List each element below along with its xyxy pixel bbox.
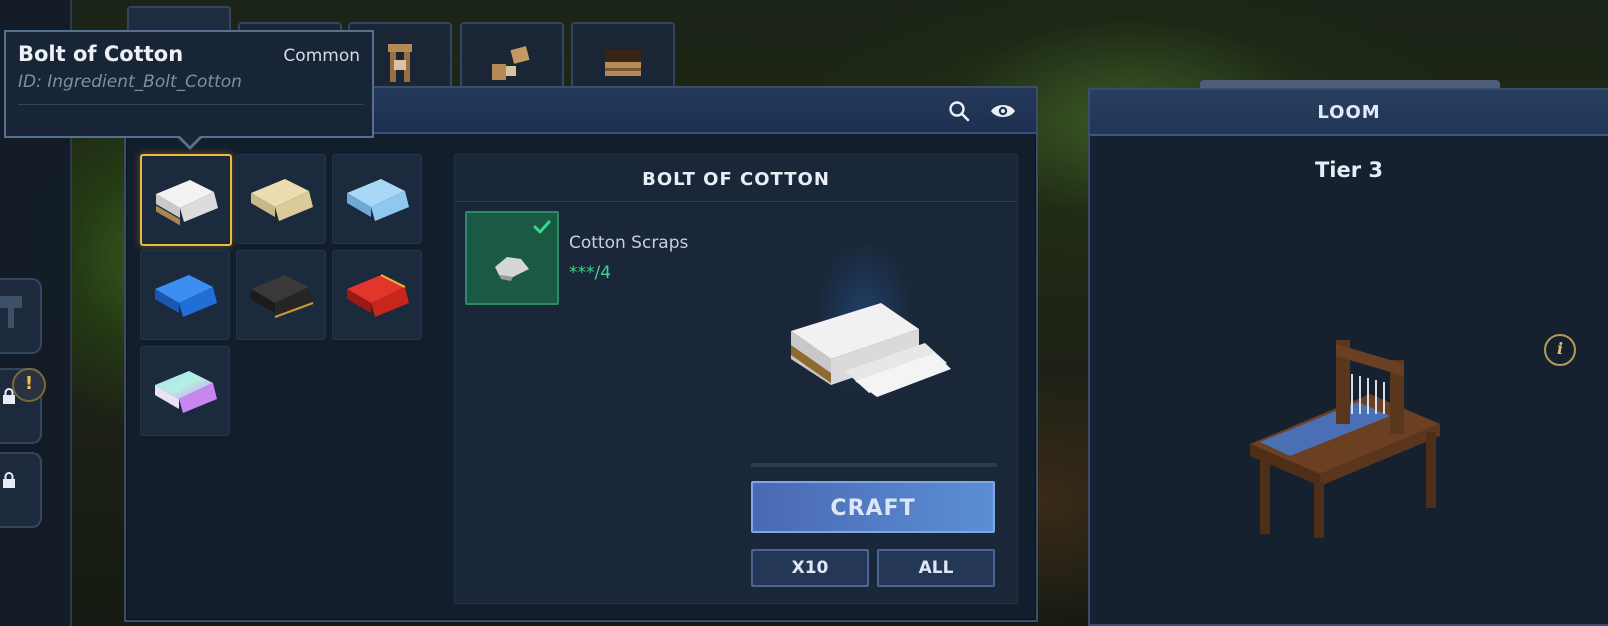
check-icon — [533, 220, 551, 234]
tab-category-5[interactable] — [571, 22, 675, 90]
crafting-panel: BOLT OF COTTON Cotton Scraps ***/4 CRAFT… — [124, 86, 1038, 622]
tooltip-item-name: Bolt of Cotton — [18, 42, 184, 66]
white-cloth-bolt-icon — [156, 180, 218, 226]
ingredient-slot[interactable] — [465, 211, 559, 305]
item-tooltip: Bolt of Cotton Common ID: Ingredient_Bol… — [4, 30, 374, 138]
recipe-title: BOLT OF COTTON — [642, 169, 830, 190]
divider — [455, 201, 1017, 202]
ingredient-count: ***/4 — [569, 263, 612, 283]
lock-icon — [3, 472, 15, 488]
loom-frame-icon — [388, 44, 412, 82]
tooltip-rarity: Common — [283, 46, 360, 66]
cream-cloth-bolt-icon — [251, 179, 313, 221]
side-category-locked-2[interactable] — [0, 452, 42, 528]
tooltip-divider — [18, 104, 364, 105]
iridescent-cloth-bolt-icon — [155, 371, 217, 413]
bolt-of-cotton-preview — [791, 303, 951, 397]
loom-model-icon — [1250, 340, 1440, 538]
recipe-slot-linen[interactable] — [236, 154, 326, 244]
crafting-table-icon — [492, 46, 530, 80]
chest-icon — [605, 50, 641, 76]
craft-progress-bar — [751, 463, 997, 467]
bench-header: LOOM — [1090, 90, 1608, 136]
red-cloth-bolt-icon — [347, 274, 409, 317]
recipe-slot-blue[interactable] — [140, 250, 230, 340]
recipe-slot-light-blue[interactable] — [332, 154, 422, 244]
tooltip-item-id: ID: Ingredient_Bolt_Cotton — [18, 72, 242, 92]
recipe-detail: BOLT OF COTTON Cotton Scraps ***/4 CRAFT… — [454, 154, 1018, 604]
alert-badge: ! — [12, 368, 46, 402]
recipe-slot-black[interactable] — [236, 250, 326, 340]
ingredient-name: Cotton Scraps — [569, 233, 689, 253]
craft-button[interactable]: CRAFT — [751, 481, 995, 533]
bench-tier: Tier 3 — [1314, 158, 1384, 182]
craft-x10-button[interactable]: X10 — [751, 549, 869, 587]
recipe-slot-bolt-of-cotton[interactable] — [140, 154, 232, 246]
tab-category-4[interactable] — [460, 22, 564, 90]
recipe-slot-iridescent[interactable] — [140, 346, 230, 436]
recipe-slot-red[interactable] — [332, 250, 422, 340]
bench-name: LOOM — [1317, 102, 1381, 123]
search-icon[interactable] — [948, 100, 970, 122]
tooltip-arrow-inner — [178, 134, 202, 146]
blue-cloth-bolt-icon — [155, 275, 217, 317]
loom-panel-top-trim — [1200, 80, 1500, 88]
eye-icon[interactable] — [990, 100, 1016, 122]
hammer-icon — [0, 296, 22, 328]
cotton-scraps-icon — [495, 257, 529, 281]
bench-panel: LOOM Tier 3 i — [1088, 88, 1608, 626]
black-cloth-bolt-icon — [251, 275, 314, 318]
recipe-grid — [140, 154, 424, 438]
info-button[interactable]: i — [1544, 334, 1576, 366]
craft-all-button[interactable]: ALL — [877, 549, 995, 587]
light-blue-cloth-bolt-icon — [347, 179, 409, 221]
